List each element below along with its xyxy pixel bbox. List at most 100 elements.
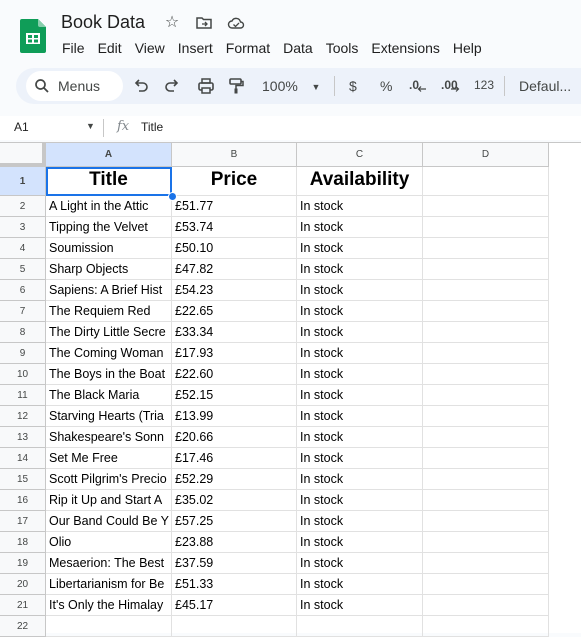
- table-cell[interactable]: £22.65: [172, 301, 297, 322]
- table-cell[interactable]: £23.88: [172, 532, 297, 553]
- table-cell[interactable]: [423, 385, 549, 406]
- table-cell[interactable]: Olio: [46, 532, 172, 553]
- menu-help[interactable]: Help: [453, 38, 482, 58]
- search-menus-input[interactable]: Menus: [26, 71, 123, 101]
- row-header-20[interactable]: 20: [0, 574, 46, 595]
- header-cell[interactable]: [423, 167, 549, 196]
- table-cell[interactable]: In stock: [297, 553, 423, 574]
- table-cell[interactable]: In stock: [297, 448, 423, 469]
- table-cell[interactable]: In stock: [297, 196, 423, 217]
- row-header-10[interactable]: 10: [0, 364, 46, 385]
- table-cell[interactable]: [423, 280, 549, 301]
- table-cell[interactable]: [423, 364, 549, 385]
- zoom-dropdown-icon[interactable]: ▼: [311, 78, 321, 96]
- row-header-16[interactable]: 16: [0, 490, 46, 511]
- table-cell[interactable]: In stock: [297, 469, 423, 490]
- table-cell[interactable]: £52.29: [172, 469, 297, 490]
- font-select[interactable]: Defaul...: [519, 78, 571, 94]
- table-cell[interactable]: In stock: [297, 427, 423, 448]
- row-header-18[interactable]: 18: [0, 532, 46, 553]
- table-cell[interactable]: Libertarianism for Be: [46, 574, 172, 595]
- table-cell[interactable]: [172, 616, 297, 637]
- row-header-13[interactable]: 13: [0, 427, 46, 448]
- table-cell[interactable]: [423, 553, 549, 574]
- table-cell[interactable]: The Coming Woman: [46, 343, 172, 364]
- table-cell[interactable]: [423, 238, 549, 259]
- table-cell[interactable]: £35.02: [172, 490, 297, 511]
- table-cell[interactable]: £51.33: [172, 574, 297, 595]
- table-cell[interactable]: £37.59: [172, 553, 297, 574]
- table-cell[interactable]: [423, 196, 549, 217]
- table-cell[interactable]: [423, 406, 549, 427]
- table-cell[interactable]: Set Me Free: [46, 448, 172, 469]
- table-cell[interactable]: In stock: [297, 364, 423, 385]
- table-cell[interactable]: A Light in the Attic: [46, 196, 172, 217]
- row-header-8[interactable]: 8: [0, 322, 46, 343]
- menu-view[interactable]: View: [135, 38, 165, 58]
- sheets-logo-icon[interactable]: [20, 19, 46, 53]
- star-icon[interactable]: ☆: [163, 14, 181, 32]
- menu-extensions[interactable]: Extensions: [371, 38, 439, 58]
- table-cell[interactable]: In stock: [297, 259, 423, 280]
- table-cell[interactable]: The Boys in the Boat: [46, 364, 172, 385]
- row-header-12[interactable]: 12: [0, 406, 46, 427]
- table-cell[interactable]: In stock: [297, 532, 423, 553]
- menu-format[interactable]: Format: [226, 38, 270, 58]
- table-cell[interactable]: It's Only the Himalay: [46, 595, 172, 616]
- move-to-folder-icon[interactable]: [195, 14, 213, 32]
- table-cell[interactable]: [423, 259, 549, 280]
- row-header-5[interactable]: 5: [0, 259, 46, 280]
- table-cell[interactable]: [423, 427, 549, 448]
- row-header-14[interactable]: 14: [0, 448, 46, 469]
- table-cell[interactable]: £53.74: [172, 217, 297, 238]
- name-box-dropdown-icon[interactable]: ▼: [86, 121, 95, 131]
- table-cell[interactable]: In stock: [297, 385, 423, 406]
- table-cell[interactable]: [423, 595, 549, 616]
- table-cell[interactable]: [46, 616, 172, 637]
- row-header-17[interactable]: 17: [0, 511, 46, 532]
- row-header-7[interactable]: 7: [0, 301, 46, 322]
- table-cell[interactable]: Soumission: [46, 238, 172, 259]
- table-cell[interactable]: In stock: [297, 322, 423, 343]
- table-cell[interactable]: £20.66: [172, 427, 297, 448]
- table-cell[interactable]: £52.15: [172, 385, 297, 406]
- table-cell[interactable]: [423, 217, 549, 238]
- header-cell[interactable]: Price: [172, 167, 297, 196]
- table-cell[interactable]: In stock: [297, 343, 423, 364]
- table-cell[interactable]: £22.60: [172, 364, 297, 385]
- zoom-select[interactable]: 100%: [262, 78, 298, 94]
- table-cell[interactable]: [297, 616, 423, 637]
- table-cell[interactable]: [423, 616, 549, 637]
- table-cell[interactable]: £51.77: [172, 196, 297, 217]
- menu-insert[interactable]: Insert: [178, 38, 213, 58]
- cloud-saved-icon[interactable]: [227, 14, 245, 32]
- select-all-corner[interactable]: [0, 143, 46, 167]
- header-cell[interactable]: Availability: [297, 167, 423, 196]
- row-header-15[interactable]: 15: [0, 469, 46, 490]
- table-cell[interactable]: £45.17: [172, 595, 297, 616]
- table-cell[interactable]: £17.93: [172, 343, 297, 364]
- row-header-4[interactable]: 4: [0, 238, 46, 259]
- table-cell[interactable]: In stock: [297, 280, 423, 301]
- table-cell[interactable]: In stock: [297, 511, 423, 532]
- print-icon[interactable]: [197, 77, 215, 95]
- table-cell[interactable]: In stock: [297, 217, 423, 238]
- table-cell[interactable]: In stock: [297, 574, 423, 595]
- table-cell[interactable]: [423, 490, 549, 511]
- table-cell[interactable]: £17.46: [172, 448, 297, 469]
- menu-tools[interactable]: Tools: [326, 38, 359, 58]
- row-header-11[interactable]: 11: [0, 385, 46, 406]
- percent-format-button[interactable]: %: [380, 78, 392, 94]
- formula-input[interactable]: Title: [141, 120, 163, 134]
- column-header-d[interactable]: D: [423, 143, 549, 167]
- row-header-1[interactable]: 1: [0, 167, 46, 196]
- table-cell[interactable]: [423, 511, 549, 532]
- column-header-c[interactable]: C: [297, 143, 423, 167]
- table-cell[interactable]: In stock: [297, 406, 423, 427]
- table-cell[interactable]: Our Band Could Be Y: [46, 511, 172, 532]
- table-cell[interactable]: In stock: [297, 490, 423, 511]
- table-cell[interactable]: [423, 301, 549, 322]
- table-cell[interactable]: £13.99: [172, 406, 297, 427]
- row-header-19[interactable]: 19: [0, 553, 46, 574]
- row-header-6[interactable]: 6: [0, 280, 46, 301]
